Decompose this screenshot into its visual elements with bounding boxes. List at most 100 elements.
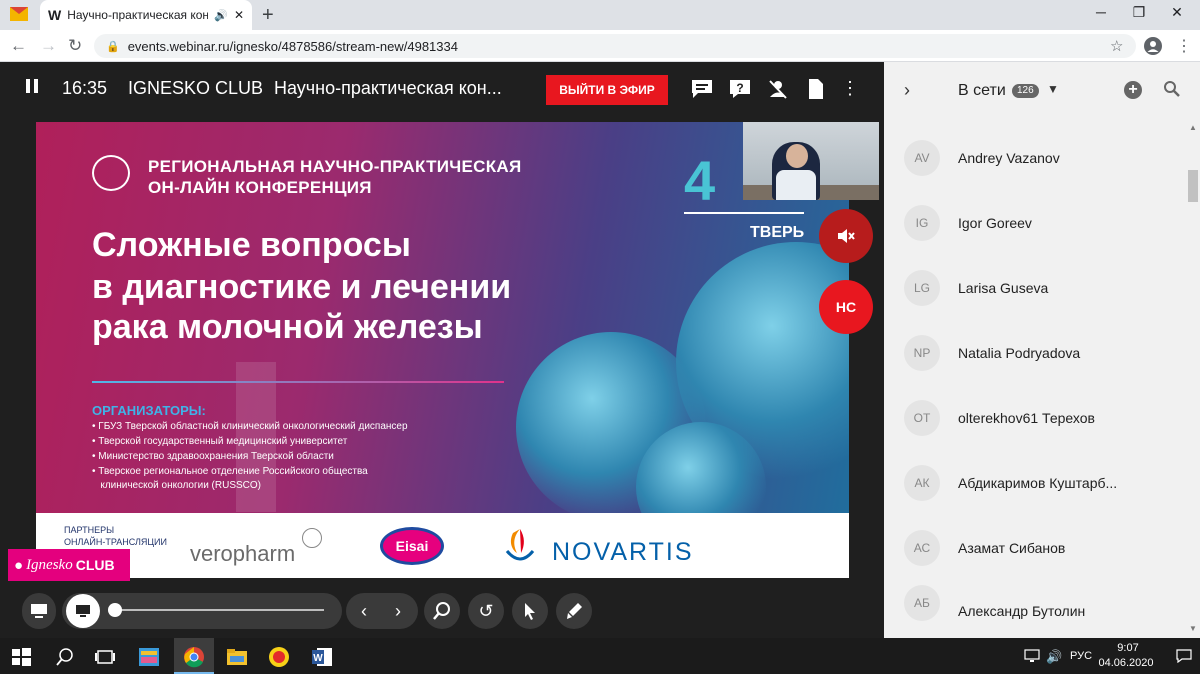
collapse-panel-chevron-icon[interactable]: ›: [904, 80, 910, 101]
progress-knob[interactable]: [108, 603, 122, 617]
word-icon[interactable]: W: [311, 646, 333, 668]
organizer-item: • Тверской государственный медицинский у…: [92, 436, 348, 447]
reload-icon[interactable]: ↻: [68, 36, 82, 56]
pause-icon[interactable]: [26, 79, 40, 97]
scroll-thumb[interactable]: [1188, 170, 1198, 202]
ignesko-brand-text: Ignesko: [26, 556, 73, 573]
task-view-icon[interactable]: [94, 646, 116, 668]
participant-row[interactable]: АК Абдикаримов Куштарб...: [884, 450, 1184, 515]
organizer-name: IGNESKO CLUB: [128, 78, 264, 98]
dots-icon: ●: [14, 556, 24, 574]
chrome-icon[interactable]: [183, 646, 205, 668]
participant-name: olterekhov61 Терехов: [958, 409, 1095, 426]
scroll-up-icon[interactable]: ▲: [1189, 123, 1197, 132]
go-on-air-button[interactable]: ВЫЙТИ В ЭФИР: [546, 75, 668, 105]
participants-off-icon[interactable]: [766, 78, 790, 100]
participant-avatar: АС: [904, 529, 940, 566]
stream-timer: 16:35: [62, 78, 108, 98]
bookmark-star-icon[interactable]: ☆: [1110, 37, 1123, 55]
more-menu-icon[interactable]: ⋮: [838, 78, 862, 100]
progress-track[interactable]: [114, 609, 324, 611]
close-window-button[interactable]: ✕: [1154, 4, 1200, 21]
microphone-muted-button[interactable]: [819, 209, 873, 263]
screen-share-button[interactable]: [66, 594, 100, 628]
participant-avatar: AV: [904, 139, 940, 176]
host-avatar[interactable]: НС: [819, 280, 873, 334]
participant-avatar: OT: [904, 399, 940, 436]
organizer-item: • ГБУЗ Тверской областной клинический он…: [92, 421, 408, 432]
partners-label-line1: ПАРТНЕРЫ: [64, 525, 115, 535]
organizers-title: ОРГАНИЗАТОРЫ:: [92, 403, 206, 418]
notifications-icon[interactable]: [1176, 649, 1192, 663]
add-participant-icon[interactable]: +: [1124, 81, 1142, 99]
forward-arrow-icon[interactable]: →: [40, 36, 57, 56]
partners-label: ПАРТНЕРЫ ОНЛАЙН-ТРАНСЛЯЦИИ: [64, 524, 167, 548]
file-explorer-icon[interactable]: [226, 646, 248, 668]
browser-tab[interactable]: W Научно-практическая конф 🔊 ✕: [40, 0, 252, 30]
date-divider: [684, 212, 804, 214]
chevron-down-icon[interactable]: ▼: [1047, 82, 1059, 96]
online-count-badge: 126: [1012, 84, 1039, 98]
conference-logo-icon: [92, 155, 130, 191]
conference-type-line1: РЕГИОНАЛЬНАЯ НАУЧНО-ПРАКТИЧЕСКАЯ: [148, 157, 522, 176]
lock-icon[interactable]: 🔒: [106, 40, 120, 53]
participant-avatar: АК: [904, 464, 940, 501]
url-text: events.webinar.ru/ignesko/4878586/stream…: [127, 38, 458, 54]
1c-icon[interactable]: [268, 646, 290, 668]
network-icon[interactable]: [1024, 649, 1040, 663]
back-arrow-icon[interactable]: ←: [10, 36, 27, 56]
participant-row[interactable]: AV Andrey Vazanov: [884, 125, 1184, 190]
clock-date[interactable]: 04.06.2020: [1098, 657, 1154, 669]
participant-row[interactable]: АС Азамат Сибанов: [884, 515, 1184, 580]
participant-row[interactable]: OT olterekhov61 Терехов: [884, 385, 1184, 450]
search-icon[interactable]: [1163, 80, 1181, 98]
participant-row[interactable]: LG Larisa Guseva: [884, 255, 1184, 320]
question-icon[interactable]: ?: [728, 78, 752, 100]
slide-headline-line1: Сложные вопросы: [92, 226, 411, 264]
new-tab-button[interactable]: +: [262, 4, 274, 27]
slide-headline-line2: в диагностике и лечении: [92, 268, 512, 306]
participant-row[interactable]: NP Natalia Podryadova: [884, 320, 1184, 385]
partners-label-line2: ОНЛАЙН-ТРАНСЛЯЦИИ: [64, 537, 167, 547]
svg-text:?: ?: [736, 81, 743, 95]
conference-city: ТВЕРЬ: [750, 224, 805, 241]
participant-name: Larisa Guseva: [958, 279, 1049, 296]
participant-row[interactable]: IG Igor Goreev: [884, 190, 1184, 255]
previous-slide-icon[interactable]: ‹: [354, 601, 374, 621]
address-bar[interactable]: 🔒 events.webinar.ru/ignesko/4878586/stre…: [94, 34, 1136, 58]
online-label[interactable]: В сети: [958, 82, 1006, 100]
app-icon[interactable]: [138, 646, 160, 668]
novartis-logo: NOVARTIS: [552, 538, 694, 566]
participant-avatar: NP: [904, 334, 940, 371]
windows-start-icon[interactable]: [10, 646, 32, 668]
organizer-item: клинической онкологии (RUSSCO): [92, 480, 261, 491]
clock-time[interactable]: 9:07: [1106, 642, 1150, 654]
organizer-item: • Министерство здравоохранения Тверской …: [92, 451, 334, 462]
gmail-icon[interactable]: [10, 7, 28, 21]
input-language[interactable]: РУС: [1070, 650, 1092, 662]
presenter-shirt: [776, 170, 816, 200]
rotate-icon: ↺: [478, 601, 494, 621]
scroll-down-icon[interactable]: ▼: [1189, 624, 1197, 633]
close-tab-icon[interactable]: ✕: [234, 8, 244, 22]
browser-menu-icon[interactable]: ⋮: [1176, 36, 1192, 56]
participant-row[interactable]: АБ Александр Бутолин: [884, 573, 1184, 633]
conference-date-digit: 4: [684, 149, 716, 212]
speaker-icon[interactable]: 🔊: [214, 9, 228, 22]
tab-title: Научно-практическая конф: [67, 8, 209, 22]
chat-icon[interactable]: [690, 78, 714, 100]
next-slide-icon[interactable]: ›: [388, 601, 408, 621]
profile-avatar-icon[interactable]: [1144, 37, 1162, 55]
participant-avatar: IG: [904, 204, 940, 241]
document-icon[interactable]: [804, 78, 828, 100]
volume-icon[interactable]: 🔊: [1046, 649, 1062, 665]
participant-name: Andrey Vazanov: [958, 149, 1060, 166]
novartis-flame-icon: [505, 529, 535, 561]
participant-name: Абдикаримов Куштарб...: [958, 474, 1118, 491]
veropharm-logo: veropharm: [190, 541, 296, 566]
ignesko-club-logo: ● Ignesko CLUB: [8, 549, 130, 581]
slide-divider: [92, 381, 504, 383]
participant-name: Азамат Сибанов: [958, 539, 1066, 556]
search-icon[interactable]: [54, 646, 76, 668]
monitor-icon: [31, 604, 47, 618]
